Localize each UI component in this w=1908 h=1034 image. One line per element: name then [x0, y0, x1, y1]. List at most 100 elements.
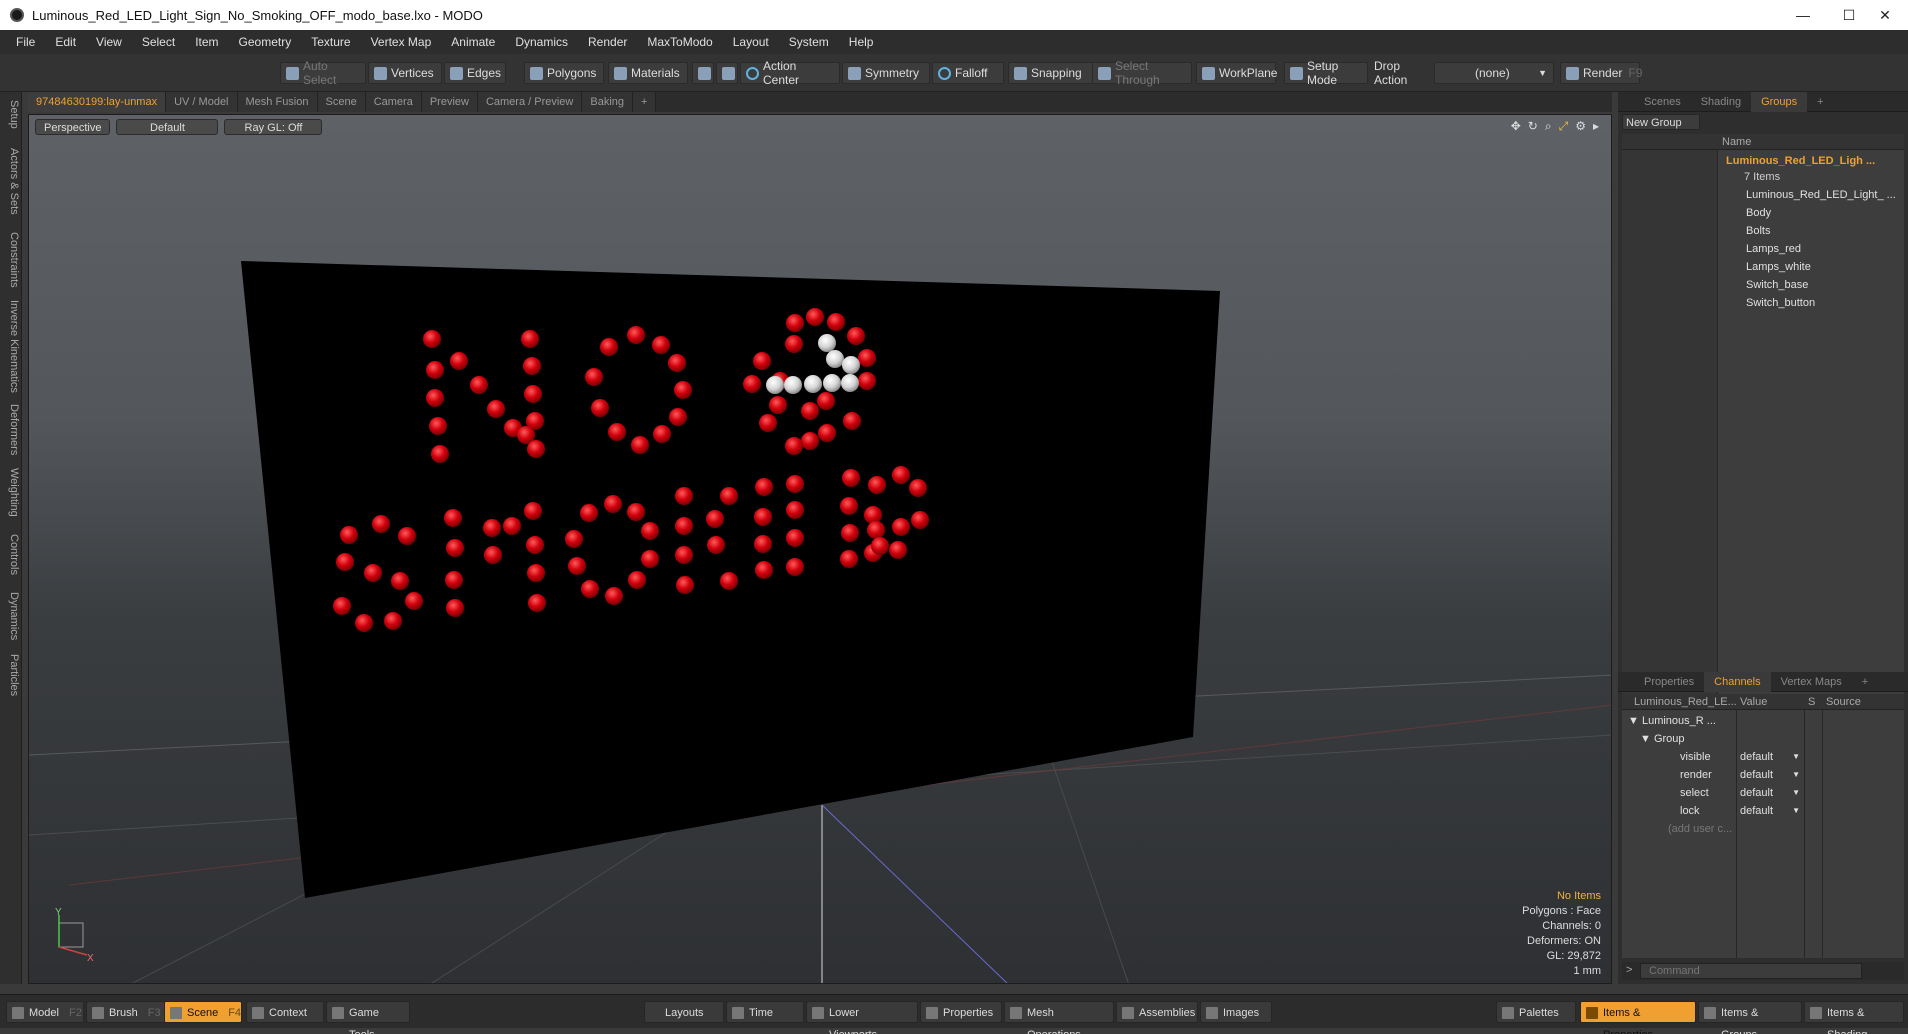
menu-system[interactable]: System: [779, 35, 839, 49]
list-item[interactable]: Switch_button: [1746, 294, 1815, 312]
polygons-button[interactable]: Polygons: [524, 62, 604, 84]
channel-source-header[interactable]: Source: [1826, 694, 1861, 710]
list-item[interactable]: Body: [1746, 204, 1771, 222]
select-through-button[interactable]: Select Through: [1092, 59, 1192, 87]
edges-button[interactable]: Edges: [444, 62, 506, 84]
channel-lock-value[interactable]: default ▼: [1740, 802, 1800, 820]
menu-view[interactable]: View: [86, 35, 132, 49]
vtab-controls[interactable]: Controls: [2, 534, 20, 575]
channel-s-header[interactable]: S: [1808, 694, 1815, 710]
symmetry-button[interactable]: Symmetry: [842, 62, 930, 84]
channel-visible-value[interactable]: default ▼: [1740, 748, 1800, 766]
workplane-button[interactable]: WorkPlane: [1196, 62, 1277, 84]
view-type-button[interactable]: Perspective: [35, 119, 111, 135]
select-mode-b-button[interactable]: [716, 62, 738, 84]
lower-viewports-button[interactable]: Lower Viewports: [806, 1001, 918, 1034]
assemblies-button[interactable]: Assemblies: [1116, 1001, 1198, 1023]
menu-texture[interactable]: Texture: [301, 35, 360, 49]
images-button[interactable]: Images: [1200, 1001, 1272, 1023]
vtab-actors-sets[interactable]: Actors & Sets: [2, 148, 20, 215]
palettes-button[interactable]: Palettes: [1496, 1001, 1576, 1023]
channel-select-value[interactable]: default ▼: [1740, 784, 1800, 802]
context-layout-button[interactable]: Context: [246, 1001, 324, 1023]
menu-vertex-map[interactable]: Vertex Map: [361, 35, 442, 49]
fit-icon[interactable]: ⤢: [1559, 119, 1569, 134]
layouts-button[interactable]: Layouts: [644, 1001, 724, 1023]
falloff-button[interactable]: Falloff: [932, 62, 1004, 84]
vtab-dynamics[interactable]: Dynamics: [2, 592, 20, 640]
items-properties-button[interactable]: Items & Properties: [1580, 1001, 1696, 1034]
vtab-inverse-kinematics[interactable]: Inverse Kinematics: [2, 300, 20, 393]
tab-scenes[interactable]: Scenes: [1634, 92, 1691, 112]
menu-arrow-icon[interactable]: ▸: [1593, 119, 1599, 134]
expand-icon[interactable]: ▼: [1628, 715, 1642, 727]
render-button[interactable]: Render F9: [1560, 62, 1642, 84]
vtab-setup[interactable]: Setup: [2, 100, 20, 129]
tab-camera[interactable]: Camera: [365, 92, 422, 112]
tab-scene[interactable]: Scene: [317, 92, 366, 112]
drop-action-select[interactable]: (none) ▼: [1434, 62, 1554, 84]
channel-render-value[interactable]: default ▼: [1740, 766, 1800, 784]
zoom-icon[interactable]: ⌕: [1545, 119, 1552, 134]
tab-properties[interactable]: Properties: [1634, 672, 1704, 692]
close-button[interactable]: ✕: [1862, 0, 1908, 30]
tab-uv-model[interactable]: UV / Model: [166, 92, 238, 112]
add-user-channel[interactable]: (add user c...: [1668, 820, 1732, 838]
shading-mode-button[interactable]: Default: [116, 119, 219, 135]
time-button[interactable]: Time: [726, 1001, 804, 1023]
menu-render[interactable]: Render: [578, 35, 637, 49]
list-item[interactable]: Lamps_white: [1746, 258, 1811, 276]
list-item[interactable]: Switch_base: [1746, 276, 1808, 294]
menu-select[interactable]: Select: [132, 35, 185, 49]
snapping-button[interactable]: Snapping: [1008, 62, 1098, 84]
channel-name-header[interactable]: Luminous_Red_LE...: [1634, 694, 1737, 710]
rotate-icon[interactable]: ↻: [1528, 119, 1538, 134]
menu-file[interactable]: File: [6, 35, 45, 49]
materials-button[interactable]: Materials: [608, 62, 688, 84]
list-item[interactable]: Bolts: [1746, 222, 1770, 240]
add-panel-tab-button[interactable]: +: [1807, 92, 1833, 112]
add-tab-button[interactable]: +: [633, 92, 657, 112]
add-properties-tab-button[interactable]: +: [1852, 672, 1878, 692]
vtab-constraints[interactable]: Constraints: [2, 232, 20, 288]
tab-channels[interactable]: Channels: [1704, 671, 1771, 692]
tab-vertex-maps[interactable]: Vertex Maps: [1771, 672, 1852, 692]
auto-select-button[interactable]: Auto Select: [280, 59, 366, 87]
items-groups-button[interactable]: Items & Groups: [1698, 1001, 1802, 1034]
menu-geometry[interactable]: Geometry: [229, 35, 302, 49]
settings-icon[interactable]: ⚙: [1575, 119, 1586, 134]
vtab-particles[interactable]: Particles: [2, 654, 20, 696]
menu-animate[interactable]: Animate: [441, 35, 505, 49]
scene-layout-button[interactable]: Scene F4: [164, 1001, 242, 1023]
menu-edit[interactable]: Edit: [45, 35, 86, 49]
vertices-button[interactable]: Vertices: [368, 62, 442, 84]
channel-root[interactable]: ▼ Luminous_R ...: [1628, 712, 1716, 730]
setup-mode-button[interactable]: Setup Mode: [1284, 59, 1368, 87]
vtab-weighting[interactable]: Weighting: [2, 468, 20, 517]
minimize-button[interactable]: —: [1780, 0, 1826, 30]
tab-preview[interactable]: Preview: [421, 92, 478, 112]
new-group-button[interactable]: New Group: [1622, 114, 1700, 130]
game-tools-button[interactable]: Game Tools: [326, 1001, 410, 1034]
tab-groups[interactable]: Groups: [1751, 91, 1808, 112]
command-input[interactable]: [1640, 963, 1862, 979]
menu-item[interactable]: Item: [185, 35, 228, 49]
name-column-header[interactable]: Name: [1622, 134, 1904, 150]
list-item[interactable]: Luminous_Red_LED_Light_ ...: [1746, 186, 1896, 204]
mesh-operations-button[interactable]: Mesh Operations: [1004, 1001, 1114, 1034]
properties-button[interactable]: Properties: [920, 1001, 1002, 1023]
select-mode-a-button[interactable]: [692, 62, 714, 84]
model-layout-button[interactable]: Model F2: [6, 1001, 84, 1023]
raygl-button[interactable]: Ray GL: Off: [224, 119, 323, 135]
items-shading-button[interactable]: Items & Shading: [1804, 1001, 1904, 1034]
brush-layout-button[interactable]: Brush F3: [86, 1001, 166, 1023]
expand-icon[interactable]: ▼: [1640, 733, 1654, 745]
tab-layout-current[interactable]: 97484630199:lay-unmax: [28, 92, 167, 112]
menu-layout[interactable]: Layout: [723, 35, 779, 49]
action-center-button[interactable]: Action Center: [740, 59, 840, 87]
menu-dynamics[interactable]: Dynamics: [505, 35, 578, 49]
tab-camera-preview[interactable]: Camera / Preview: [477, 92, 583, 112]
tab-baking[interactable]: Baking: [582, 92, 634, 112]
channel-value-header[interactable]: Value: [1740, 694, 1767, 710]
pan-icon[interactable]: ✥: [1511, 119, 1521, 134]
